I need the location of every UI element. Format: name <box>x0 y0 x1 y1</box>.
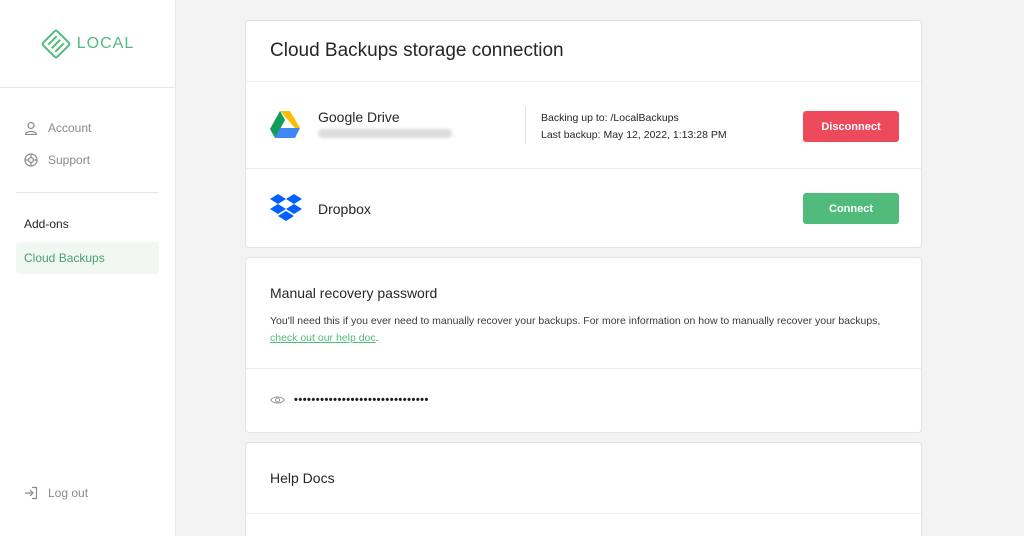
sidebar-item-label: Support <box>48 153 91 167</box>
disconnect-button[interactable]: Disconnect <box>803 111 899 142</box>
help-doc-link[interactable]: check out our help doc <box>270 332 376 344</box>
logout-label: Log out <box>48 486 89 500</box>
local-logo-icon <box>41 29 71 58</box>
addons-heading: Add-ons <box>24 217 69 231</box>
provider-divider <box>525 106 526 144</box>
help-docs-title: Help Docs <box>270 470 335 486</box>
backup-info: Backing up to: /LocalBackups Last backup… <box>541 110 727 144</box>
user-icon <box>24 121 38 135</box>
provider-name: Google Drive <box>318 109 400 125</box>
help-docs-divider <box>246 513 921 514</box>
recovery-description-end: . <box>375 332 379 344</box>
last-backup-label: Last backup: <box>541 129 601 141</box>
support-icon <box>24 153 38 167</box>
last-backup-value: May 12, 2022, 1:13:28 PM <box>603 129 727 141</box>
sidebar-nav: Account Support Add-ons Cloud Backups <box>0 88 175 274</box>
recovery-divider <box>246 368 921 369</box>
help-docs-card: Help Docs <box>245 442 922 536</box>
backing-up-label: Backing up to: <box>541 112 608 124</box>
recovery-password-card: Manual recovery password You'll need thi… <box>245 257 922 433</box>
masked-password: ••••••••••••••••••••••••••••••• <box>294 394 429 406</box>
provider-name: Dropbox <box>318 201 371 217</box>
sidebar-item-label: Account <box>48 121 92 135</box>
sidebar-item-account[interactable]: Account <box>0 112 175 144</box>
google-drive-icon <box>270 111 300 138</box>
app-logo[interactable]: LOCAL <box>0 0 175 88</box>
sidebar-item-cloud-backups[interactable]: Cloud Backups <box>16 242 159 274</box>
backing-up-value: /LocalBackups <box>610 112 679 124</box>
logout-icon <box>25 486 38 500</box>
logout-button[interactable]: Log out <box>24 486 88 500</box>
provider-email-blurred <box>318 129 452 138</box>
storage-connection-title: Cloud Backups storage connection <box>246 21 921 82</box>
recovery-description-text: You'll need this if you ever need to man… <box>270 315 881 327</box>
eye-icon[interactable] <box>270 395 285 405</box>
provider-row-google-drive: Google Drive Backing up to: /LocalBackup… <box>246 82 921 169</box>
dropbox-icon <box>270 194 302 221</box>
recovery-title: Manual recovery password <box>270 285 438 301</box>
password-row: ••••••••••••••••••••••••••••••• <box>270 394 429 406</box>
sidebar: LOCAL Account Support Add-ons Cloud Back… <box>0 0 176 536</box>
connect-button[interactable]: Connect <box>803 193 899 224</box>
provider-row-dropbox: Dropbox Connect <box>246 169 921 247</box>
logo-text: LOCAL <box>76 34 135 52</box>
recovery-description: You'll need this if you ever need to man… <box>270 313 890 347</box>
sidebar-item-support[interactable]: Support <box>0 144 175 176</box>
storage-connection-card: Cloud Backups storage connection Google … <box>245 20 922 248</box>
